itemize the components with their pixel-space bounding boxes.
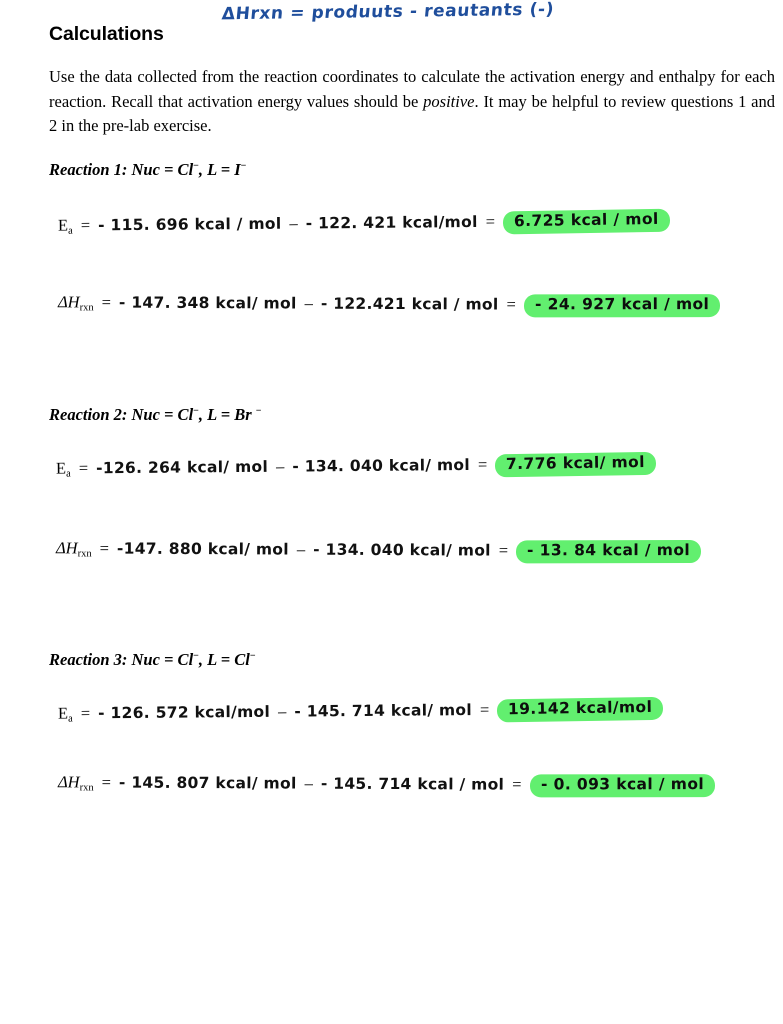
reaction-2-heading: Reaction 2: Nuc = Cl−, L = Br − [49, 405, 261, 425]
ea-term1-2: -126. 264 kcal/ mol [96, 457, 269, 477]
ea-minus-1: – [289, 213, 298, 233]
dh-subscript-3: rxn [79, 782, 94, 794]
page-title: Calculations [49, 23, 164, 45]
ea-result-highlight-3: 19.142 kcal/mol [497, 696, 664, 722]
reaction-3-charge-2: − [249, 650, 256, 662]
ea-term2-2: - 134. 040 kcal/ mol [292, 455, 471, 476]
dh-minus-1: – [304, 293, 313, 313]
reaction-2-ea-equation: Ea = -126. 264 kcal/ mol – - 134. 040 kc… [55, 451, 657, 480]
reaction-2-dh-equation: ΔHrxn = -147. 880 kcal/ mol – - 134. 040… [55, 537, 702, 563]
dh-minus-3: – [304, 773, 313, 793]
intro-emphasis: positive [423, 91, 475, 111]
ea-result-highlight-1: 6.725 kcal / mol [502, 208, 670, 234]
reaction-1-heading-mid: , L = I [198, 160, 241, 179]
dh-label-1: ΔHrxn [57, 292, 94, 314]
document-page: Calculations Use the data collected from… [49, 22, 775, 139]
ea-equals2-3: = [479, 699, 490, 719]
ea-result-highlight-2: 7.776 kcal/ mol [495, 451, 657, 477]
reaction-2-charge-2: − [255, 405, 262, 417]
intro-paragraph: Use the data collected from the reaction… [49, 65, 775, 139]
dh-symbol-1: ΔH [57, 292, 80, 312]
dh-term1-1: - 147. 348 kcal/ mol [118, 293, 297, 313]
dh-symbol-2: ΔH [55, 538, 78, 558]
ea-term2-3: - 145. 714 kcal/ mol [294, 700, 473, 721]
reaction-3-dh-equation: ΔHrxn = - 145. 807 kcal/ mol – - 145. 71… [58, 771, 715, 797]
dh-result-highlight-1: - 24. 927 kcal / mol [523, 294, 721, 317]
handwritten-annotation-top: ΔHrxn = produuts - reautants (-) [220, 0, 555, 25]
reaction-1-ea-equation: Ea = - 115. 696 kcal / mol – - 122. 421 … [57, 208, 670, 237]
ea-term1-1: - 115. 696 kcal / mol [98, 214, 282, 234]
dh-label-3: ΔHrxn [57, 772, 94, 794]
ea-equals-2: = [78, 458, 89, 478]
dh-symbol-3: ΔH [57, 772, 80, 792]
ea-term2-1: - 122. 421 kcal/mol [305, 212, 478, 233]
reaction-3-heading: Reaction 3: Nuc = Cl−, L = Cl− [49, 650, 256, 670]
ea-subscript-2: a [66, 468, 71, 480]
ea-symbol-1: E [57, 215, 69, 235]
ea-equals2-2: = [477, 454, 488, 474]
dh-equals2-3: = [512, 774, 522, 794]
ea-subscript-1: a [68, 225, 73, 237]
dh-term2-3: - 145. 714 kcal / mol [320, 774, 505, 794]
dh-equals-3: = [101, 772, 111, 792]
ea-symbol-3: E [57, 703, 69, 723]
ea-label-1: Ea [57, 215, 73, 237]
reaction-3-heading-text: Reaction 3: Nuc = Cl [49, 650, 194, 669]
ea-equals-3: = [80, 703, 91, 723]
dh-equals-1: = [101, 292, 111, 312]
reaction-1-heading: Reaction 1: Nuc = Cl−, L = I− [49, 160, 246, 180]
dh-minus-2: – [296, 539, 306, 559]
dh-term2-2: - 134. 040 kcal/ mol [313, 540, 491, 560]
dh-equals-2: = [99, 538, 109, 558]
ea-symbol-2: E [55, 458, 67, 478]
reaction-3-heading-mid: , L = Cl [198, 650, 250, 669]
ea-label-2: Ea [55, 458, 71, 480]
dh-result-highlight-2: - 13. 84 kcal / mol [516, 540, 702, 563]
dh-subscript-2: rxn [77, 548, 92, 560]
reaction-2-heading-text: Reaction 2: Nuc = Cl [49, 405, 194, 424]
reaction-1-heading-text: Reaction 1: Nuc = Cl [49, 160, 194, 179]
reaction-3-ea-equation: Ea = - 126. 572 kcal/mol – - 145. 714 kc… [57, 696, 664, 725]
reaction-2-heading-mid: , L = Br [198, 405, 256, 424]
ea-label-3: Ea [57, 703, 73, 725]
dh-label-2: ΔHrxn [55, 538, 92, 560]
ea-term1-3: - 126. 572 kcal/mol [98, 702, 271, 722]
reaction-1-dh-equation: ΔHrxn = - 147. 348 kcal/ mol – - 122.421… [57, 291, 721, 317]
dh-term1-2: -147. 880 kcal/ mol [116, 539, 289, 559]
dh-equals2-2: = [498, 540, 509, 560]
dh-result-highlight-3: - 0. 093 kcal / mol [529, 774, 715, 797]
ea-minus-2: – [275, 456, 285, 476]
ea-minus-3: – [277, 701, 287, 721]
ea-equals2-1: = [485, 211, 496, 231]
dh-term1-3: - 145. 807 kcal/ mol [118, 773, 297, 793]
dh-term2-1: - 122.421 kcal / mol [320, 294, 499, 314]
dh-subscript-1: rxn [79, 302, 94, 314]
ea-subscript-3: a [68, 713, 73, 725]
ea-equals-1: = [80, 215, 91, 235]
reaction-1-charge-2: − [240, 160, 247, 172]
dh-equals2-1: = [506, 294, 516, 314]
